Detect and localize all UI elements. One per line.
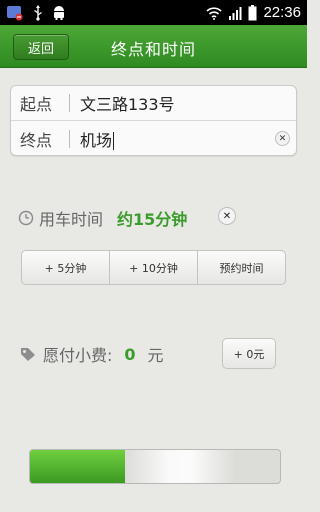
signal-icon [228,6,242,20]
start-row[interactable]: 起点 文三路133号 [11,86,296,121]
status-time: 22:36 [263,4,301,21]
status-bar-left [6,4,66,21]
status-bar-right: 22:36 [206,4,301,21]
clear-end-address-icon[interactable]: ✕ [275,131,290,146]
end-address-field[interactable]: 机场 [70,127,115,151]
pickup-time-value: 约15分钟 [117,210,188,229]
pickup-time-label: 用车时间 [39,210,104,229]
pickup-time-row: 用车时间 约15分钟 [18,206,187,230]
confirm-slider[interactable] [29,449,281,484]
start-address-field[interactable]: 文三路133号 [70,91,175,115]
android-icon [52,5,66,21]
end-address-text: 机场 [80,130,113,150]
clear-time-icon[interactable]: ✕ [218,207,236,225]
add-5-minutes-button[interactable]: + 5分钟 [22,251,110,284]
time-options-group: + 5分钟 + 10分钟 预约时间 [21,250,286,285]
usb-icon [32,4,44,21]
end-label: 终点 [20,130,53,150]
title-bar: 返回 终点和时间 [0,25,307,68]
slider-shine [125,450,235,483]
tip-label: 愿付小费: [43,346,113,365]
tip-unit: 元 [147,346,164,365]
start-label: 起点 [20,95,53,114]
text-cursor [113,132,115,150]
status-bar: 22:36 [0,0,307,25]
app-notification-icon [6,5,24,21]
end-row[interactable]: 终点 机场 ✕ [11,121,296,156]
schedule-time-button[interactable]: 预约时间 [198,251,285,284]
add-tip-button[interactable]: + 0元 [222,338,276,369]
clock-icon [18,210,34,226]
wifi-icon [206,6,223,20]
add-10-minutes-button[interactable]: + 10分钟 [110,251,198,284]
route-card: 起点 文三路133号 终点 机场 ✕ [10,85,297,156]
tip-amount: 0 [124,344,136,364]
slider-fill [30,450,125,483]
tip-row: 愿付小费: 0 元 [19,342,164,366]
page-title: 终点和时间 [110,40,196,59]
battery-icon [248,4,257,21]
tag-icon [19,346,37,362]
